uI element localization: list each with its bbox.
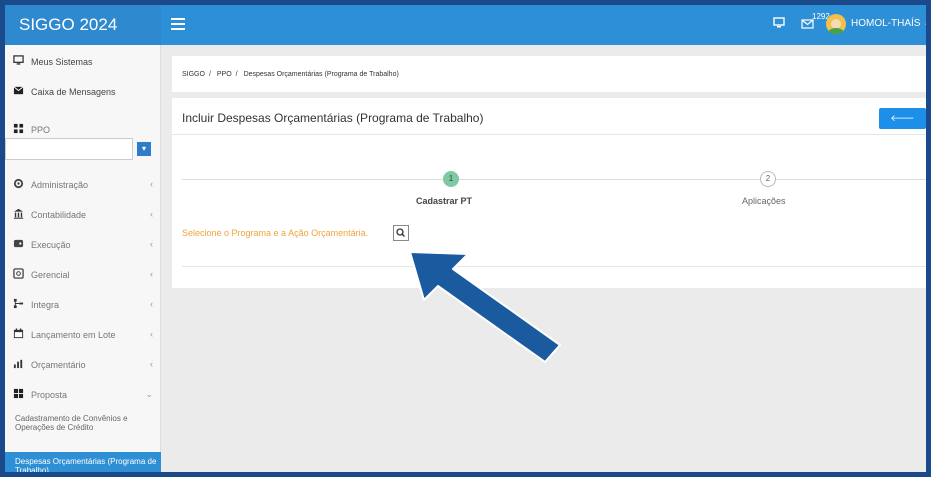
chevron-left-icon: ‹ [150,209,153,219]
breadcrumb-siggo[interactable]: SIGGO [182,71,205,78]
sidebar-item-execucao[interactable]: Execução ‹ [5,230,161,260]
sidebar-item-label: Integra [31,300,60,310]
back-button[interactable]: 🡐 Voltar [879,108,926,144]
sidebar-item-label: Gerencial [31,270,70,280]
app-title[interactable]: SIGGO 2024 [5,5,161,45]
sidebar-item-contabilidade[interactable]: Contabilidade ‹ [5,200,161,230]
sidebar-item-label: Meus Sistemas [31,57,93,67]
chart-icon [13,359,23,369]
ppo-select-button[interactable]: ▾ [137,142,151,156]
sidebar-item-label: PPO [31,125,51,135]
sidebar: Meus Sistemas Caixa de Mensagens PPO ▾ A… [5,45,161,472]
top-bar: SIGGO 2024 1292 HOMOL-THAÍS ⌄ [5,5,926,45]
menu-toggle-icon[interactable] [171,15,185,33]
chevron-left-icon: ‹ [150,329,153,339]
sitemap-icon [13,298,24,309]
chevron-left-icon: ‹ [150,299,153,309]
search-button[interactable] [393,225,409,241]
selection-prompt: Selecione o Programa e a Ação Orçamentár… [182,228,369,238]
sidebar-item-administracao[interactable]: Administração ‹ [5,170,161,200]
breadcrumb-current: Despesas Orçamentárias (Programa de Trab… [243,71,399,78]
sidebar-subitem-cadastramento[interactable]: Cadastramento de Convênios e Operações d… [15,414,145,432]
chevron-down-icon: ⌄ [145,389,153,399]
annotation-arrow-icon [409,251,561,363]
breadcrumb-ppo[interactable]: PPO [217,71,232,78]
gears-icon [13,178,24,189]
monitor-icon [13,55,24,65]
stepper-line [776,179,926,180]
calendar-icon [13,328,24,339]
breadcrumb: SIGGO / PPO / Despesas Orçamentárias (Prog… [172,56,926,92]
envelope-icon [13,86,24,95]
chevron-left-icon: ‹ [150,269,153,279]
sidebar-item-gerencial[interactable]: Gerencial ‹ [5,260,161,290]
stepper-line [182,179,443,180]
step-2-indicator[interactable]: 2 [760,171,776,187]
sidebar-item-label: Execução [31,240,71,250]
sidebar-item-label: Caixa de Mensagens [31,87,116,97]
grid-icon [13,123,24,134]
bank-icon [13,208,24,219]
chevron-left-icon: ‹ [150,179,153,189]
back-button-label: Voltar [890,134,914,144]
search-icon [396,228,405,237]
sidebar-item-label: Orçamentário [31,360,86,370]
blocks-icon [13,388,24,399]
sidebar-item-caixa-de-mensagens[interactable]: Caixa de Mensagens [5,77,161,107]
sidebar-item-orcamentario[interactable]: Orçamentário ‹ [5,350,161,380]
report-icon [13,268,24,279]
ppo-select[interactable] [5,138,133,160]
sidebar-item-proposta[interactable]: Proposta ⌄ [5,380,161,410]
sidebar-item-integra[interactable]: Integra ‹ [5,290,161,320]
step-2-label: Aplicações [742,196,786,206]
step-1-label: Cadastrar PT [416,196,473,206]
chevron-left-icon: ‹ [150,239,153,249]
arrow-left-icon: 🡐 [890,113,915,123]
divider [172,134,926,135]
sidebar-item-label: Contabilidade [31,210,87,220]
avatar[interactable] [826,14,846,34]
sidebar-item-label: Lançamento em Lote [31,330,116,340]
wallet-icon [13,239,24,248]
sidebar-subitem-label: Despesas Orçamentárias (Programa de Trab… [15,457,157,472]
sidebar-item-label: Proposta [31,390,68,400]
page-title: Incluir Despesas Orçamentárias (Programa… [182,111,484,125]
app-window: SIGGO 2024 1292 HOMOL-THAÍS ⌄ Meus Siste… [5,5,926,472]
sidebar-item-meus-sistemas[interactable]: Meus Sistemas [5,47,161,77]
user-menu[interactable]: HOMOL-THAÍS ⌄ [851,18,926,29]
chevron-left-icon: ‹ [150,359,153,369]
sidebar-item-lancamento-em-lote[interactable]: Lançamento em Lote ‹ [5,320,161,350]
sidebar-subitem-despesas-active[interactable]: Despesas Orçamentárias (Programa de Trab… [5,452,161,472]
stepper-line [459,179,760,180]
monitor-icon[interactable] [773,17,785,29]
step-1-indicator[interactable]: 1 [443,171,459,187]
sidebar-item-label: Administração [31,180,89,190]
